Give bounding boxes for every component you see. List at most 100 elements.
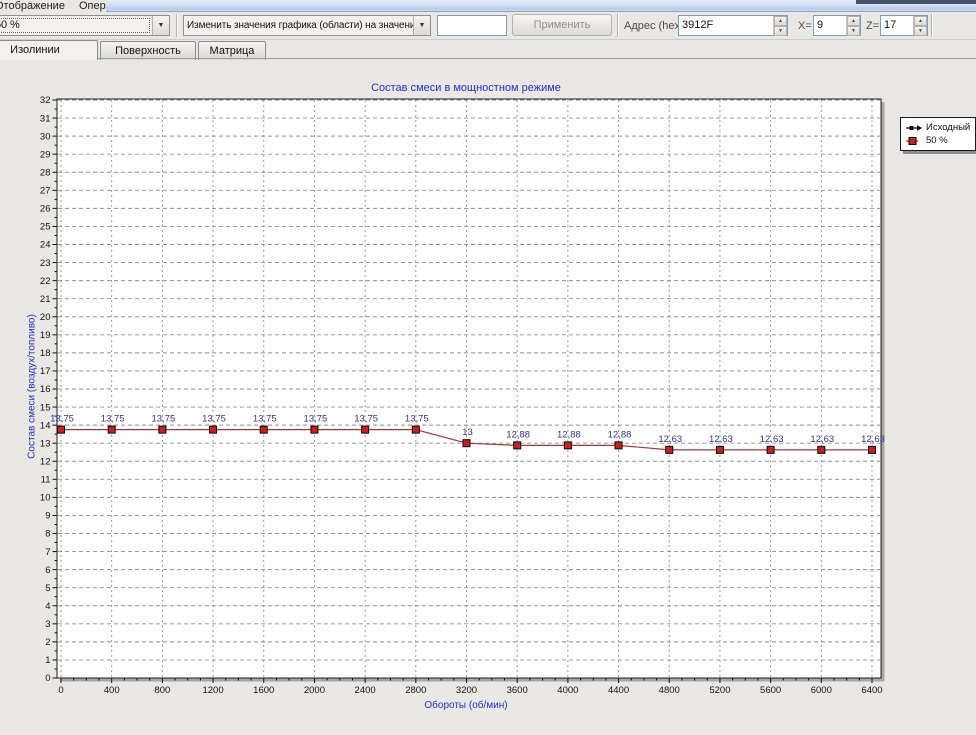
x-tick-label: 0	[58, 685, 63, 696]
preset-combobox-value: 50 %	[0, 16, 152, 35]
y-tick-label: 8	[45, 529, 50, 540]
data-point-label: 13,75	[354, 414, 378, 425]
address-value: 3912F	[679, 16, 773, 35]
chevron-down-icon[interactable]: ▼	[152, 16, 169, 35]
data-point[interactable]	[564, 442, 571, 449]
data-point[interactable]	[412, 426, 419, 433]
window-edge-strip	[856, 0, 976, 4]
data-point-label: 13	[462, 427, 473, 438]
z-spin-field[interactable]: 17 ▲ ▼	[880, 15, 928, 36]
y-tick-label: 19	[40, 330, 51, 341]
y-tick-label: 23	[40, 258, 51, 269]
y-tick-label: 30	[40, 131, 51, 142]
data-point[interactable]	[666, 446, 673, 453]
x-value: 9	[814, 16, 846, 35]
address-spin-field[interactable]: 3912F ▲ ▼	[678, 15, 788, 36]
y-tick-label: 16	[40, 384, 51, 395]
data-point[interactable]	[463, 440, 470, 447]
spin-up-icon[interactable]: ▲	[914, 16, 927, 26]
x-tick-label: 800	[154, 685, 170, 696]
x-tick-label: 5600	[760, 685, 781, 696]
z-label: Z=	[866, 12, 879, 40]
tab-isolines[interactable]: Изолинии	[0, 40, 98, 60]
data-point-label: 12,63	[658, 434, 682, 445]
data-point[interactable]	[311, 426, 318, 433]
data-point[interactable]	[58, 426, 65, 433]
data-point[interactable]	[615, 442, 622, 449]
y-axis-title: Состав смеси (воздух/топливо)	[27, 237, 38, 537]
spin-up-icon[interactable]: ▲	[847, 16, 860, 26]
y-tick-label: 27	[40, 186, 51, 197]
legend-item-original[interactable]: Исходный	[905, 121, 970, 134]
legend-label: Исходный	[926, 122, 970, 133]
y-tick-label: 21	[40, 294, 51, 305]
data-point[interactable]	[514, 442, 521, 449]
data-point-label: 12,88	[506, 429, 530, 440]
y-tick-label: 15	[40, 402, 51, 413]
window-top-strip	[106, 0, 976, 12]
data-point-label: 12,63	[861, 434, 885, 445]
data-point[interactable]	[159, 426, 166, 433]
x-tick-label: 5200	[709, 685, 730, 696]
data-point-label: 13,75	[101, 414, 125, 425]
preset-combobox[interactable]: 50 % ▼	[0, 15, 170, 36]
spin-up-icon[interactable]: ▲	[774, 16, 787, 26]
x-tick-label: 2000	[304, 685, 325, 696]
chart-legend: Исходный 50 %	[900, 117, 976, 151]
x-tick-label: 3200	[456, 685, 477, 696]
y-tick-label: 25	[40, 222, 51, 233]
x-spin-field[interactable]: 9 ▲ ▼	[813, 15, 861, 36]
y-tick-label: 3	[45, 619, 50, 630]
data-point[interactable]	[869, 446, 876, 453]
data-point-label: 13,75	[405, 414, 429, 425]
x-tick-label: 2400	[355, 685, 376, 696]
toolbar-separator	[617, 14, 619, 37]
spin-down-icon[interactable]: ▼	[774, 26, 787, 36]
y-tick-label: 7	[45, 547, 50, 558]
y-tick-label: 28	[40, 167, 51, 178]
y-tick-label: 18	[40, 348, 51, 359]
spin-down-icon[interactable]: ▼	[847, 26, 860, 36]
data-point-label: 13,75	[151, 414, 175, 425]
action-combobox[interactable]: Изменить значения графика (области) на з…	[183, 15, 431, 36]
apply-button[interactable]: Применить	[512, 14, 612, 36]
data-point[interactable]	[210, 426, 217, 433]
value-input[interactable]	[437, 15, 507, 36]
plot-area[interactable]	[57, 99, 881, 678]
x-tick-label: 6400	[861, 685, 882, 696]
data-point[interactable]	[260, 426, 267, 433]
y-tick-label: 26	[40, 204, 51, 215]
y-tick-label: 13	[40, 438, 51, 449]
spin-down-icon[interactable]: ▼	[914, 26, 927, 36]
menu-view[interactable]: Отображение	[0, 0, 72, 12]
data-point[interactable]	[716, 446, 723, 453]
mixture-line-chart[interactable]: 0400800120016002000240028003200360040004…	[0, 60, 976, 735]
data-point-label: 13,75	[304, 414, 328, 425]
data-point[interactable]	[818, 446, 825, 453]
toolbar-separator	[931, 14, 933, 37]
data-point[interactable]	[767, 446, 774, 453]
data-point-label: 12,63	[810, 434, 834, 445]
data-point[interactable]	[362, 426, 369, 433]
legend-item-50pct[interactable]: 50 %	[905, 134, 970, 147]
y-tick-label: 20	[40, 312, 51, 323]
data-point-label: 13,75	[253, 414, 277, 425]
x-tick-label: 4400	[608, 685, 629, 696]
z-value: 17	[881, 16, 913, 35]
data-point[interactable]	[108, 426, 115, 433]
action-combobox-value: Изменить значения графика (области) на з…	[184, 16, 413, 35]
x-axis-title: Обороты (об/мин)	[316, 700, 616, 711]
square-marker-icon	[905, 136, 923, 146]
chart-panel: Состав смеси в мощностном режиме 0400800…	[0, 60, 976, 735]
x-tick-label: 2800	[405, 685, 426, 696]
data-point-label: 12,88	[557, 429, 581, 440]
y-tick-label: 14	[40, 420, 51, 431]
y-tick-label: 17	[40, 366, 51, 377]
chevron-down-icon[interactable]: ▼	[413, 16, 430, 35]
y-tick-label: 32	[40, 95, 51, 106]
y-tick-label: 10	[40, 493, 51, 504]
toolbar-separator	[176, 14, 178, 37]
x-tick-label: 1200	[202, 685, 223, 696]
tab-strip-divider	[0, 58, 976, 59]
y-tick-label: 31	[40, 113, 51, 124]
